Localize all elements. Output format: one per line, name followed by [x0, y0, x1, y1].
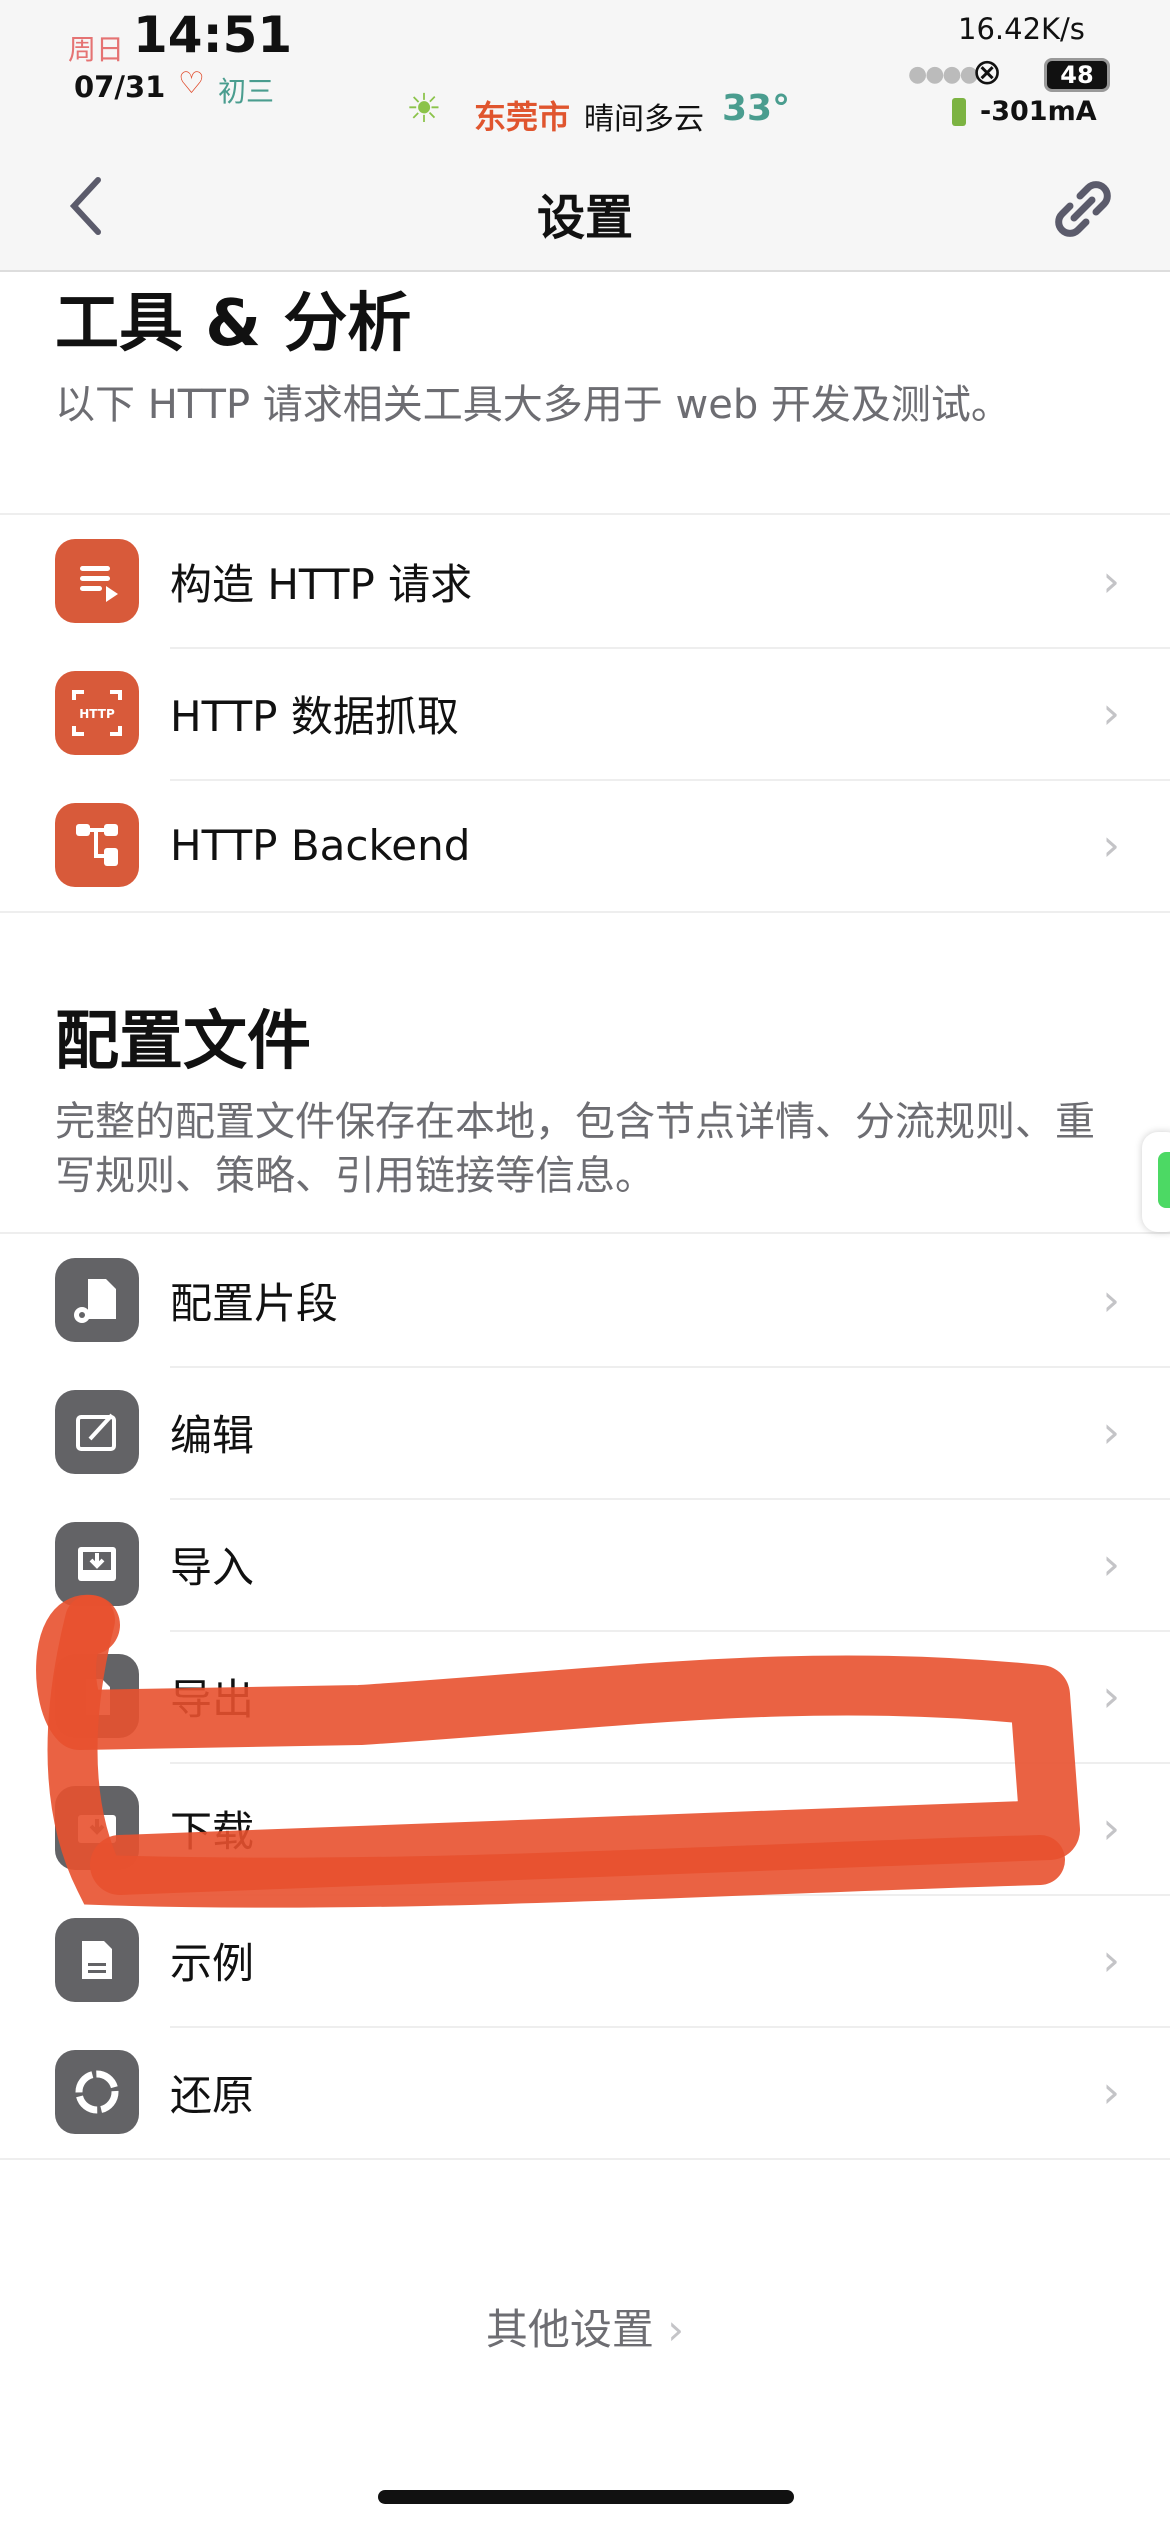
chevron-right-icon: › [1102, 555, 1120, 607]
chevron-right-icon: › [1102, 1406, 1120, 1458]
chevron-right-icon: › [1102, 1274, 1120, 1326]
list-item-http-capture[interactable]: HTTP HTTP 数据抓取 › [0, 647, 1170, 779]
chevron-right-icon: › [1102, 1802, 1120, 1854]
item-label: 导出 [170, 1674, 255, 1724]
section-title-config: 配置文件 [55, 1005, 311, 1079]
chevron-right-icon: › [1102, 687, 1120, 739]
battery-indicator: 48 [1044, 58, 1110, 92]
time: 14:51 [133, 6, 293, 64]
section-desc-tools: 以下 HTTP 请求相关工具大多用于 web 开发及测试。 [55, 382, 1011, 428]
item-label: 构造 HTTP 请求 [170, 559, 473, 609]
edit-icon [55, 1390, 139, 1474]
list-item-http-backend[interactable]: HTTP Backend › [0, 779, 1170, 911]
wifi-link-icon: ⊗ [972, 52, 1003, 93]
section-title-tools: 工具 & 分析 [55, 287, 412, 361]
import-icon [55, 1522, 139, 1606]
weekday: 周日 [68, 33, 125, 66]
list-item-restore[interactable]: 还原 › [0, 2026, 1170, 2158]
svg-text:HTTP: HTTP [79, 707, 115, 721]
restore-icon [55, 2050, 139, 2134]
sun-icon: ☀ [406, 86, 442, 132]
tools-list: 构造 HTTP 请求 › HTTP HTTP 数据抓取 › HTTP Backend › [0, 513, 1170, 913]
chevron-right-icon: › [1102, 1538, 1120, 1590]
date: 07/31 [74, 70, 166, 104]
net-speed: 16.42K/s [958, 12, 1085, 46]
item-label: 下载 [170, 1806, 255, 1856]
home-indicator [378, 2490, 794, 2504]
page-title: 设置 [536, 190, 633, 246]
export-icon [55, 1654, 139, 1738]
item-label: 配置片段 [170, 1278, 339, 1328]
chevron-right-icon: › [1102, 2066, 1120, 2118]
lunar-date: 初三 [218, 75, 275, 108]
weather: 晴间多云 [584, 102, 704, 137]
config-snippet-icon [55, 1258, 139, 1342]
download-icon [55, 1786, 139, 1870]
link-icon[interactable] [1052, 178, 1114, 240]
city: 东莞市 [474, 98, 571, 136]
example-icon [55, 1918, 139, 2002]
chevron-right-icon: › [667, 2305, 685, 2354]
floating-side-tab[interactable] [1142, 1132, 1170, 1232]
list-item-import[interactable]: 导入 › [0, 1498, 1170, 1630]
item-label: 编辑 [170, 1410, 255, 1460]
list-item-config-snippet[interactable]: 配置片段 › [0, 1234, 1170, 1366]
top-bar: 周日 14:51 07/31 ♡ 初三 ☀ 东莞市 晴间多云 33° 16.42… [0, 0, 1170, 272]
chevron-right-icon: › [1102, 819, 1120, 871]
heart-icon: ♡ [178, 66, 205, 101]
other-settings-link[interactable]: 其他设置 › [0, 2296, 1170, 2357]
config-list: 配置片段 › 编辑 › 导入 › 导出 › 下载 › 示例 › 还原 › [0, 1232, 1170, 2160]
item-label: 示例 [170, 1938, 255, 1988]
item-label: HTTP 数据抓取 [170, 691, 459, 741]
item-label: HTTP Backend [170, 820, 471, 870]
battery-icon [952, 98, 966, 126]
list-item-example[interactable]: 示例 › [0, 1894, 1170, 2026]
other-settings-label: 其他设置 [485, 2305, 654, 2354]
signal-icon: ●●●● [908, 62, 979, 87]
chevron-right-icon: › [1102, 1670, 1120, 1722]
list-item-download[interactable]: 下载 › [0, 1762, 1170, 1894]
list-item-edit[interactable]: 编辑 › [0, 1366, 1170, 1498]
item-label: 还原 [170, 2070, 255, 2120]
list-item-export[interactable]: 导出 › [0, 1630, 1170, 1762]
list-item-http-request[interactable]: 构造 HTTP 请求 › [0, 515, 1170, 647]
backend-icon [55, 803, 139, 887]
temperature: 33° [722, 88, 791, 129]
current: -301mA [980, 96, 1097, 127]
item-label: 导入 [170, 1542, 255, 1592]
http-capture-icon: HTTP [55, 671, 139, 755]
side-tab-indicator [1158, 1152, 1170, 1208]
chevron-right-icon: › [1102, 1934, 1120, 1986]
section-desc-config: 完整的配置文件保存在本地，包含节点详情、分流规则、重写规则、策略、引用链接等信息… [55, 1099, 1095, 1199]
request-icon [55, 539, 139, 623]
